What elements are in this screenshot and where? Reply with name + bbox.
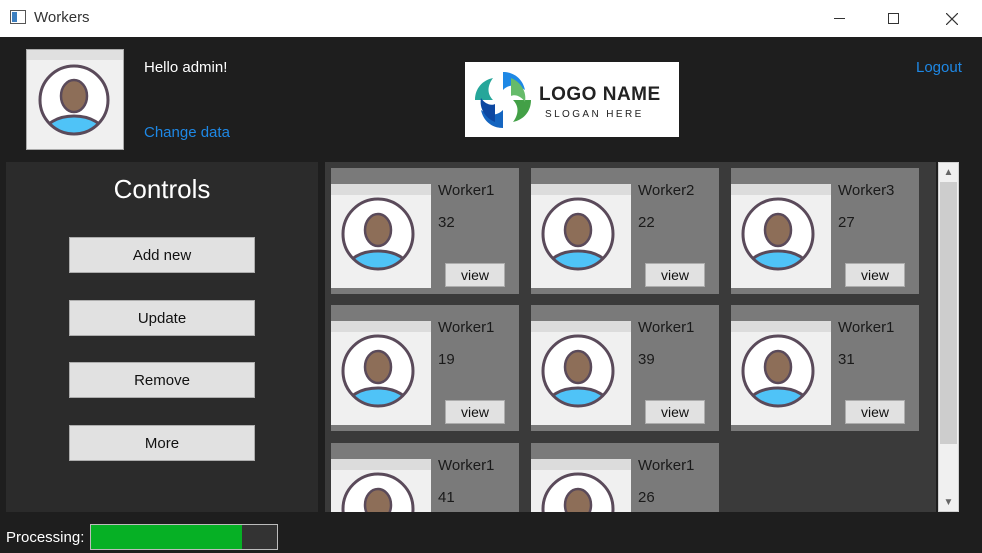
worker-name: Worker1 [438,182,495,199]
worker-avatar-icon [341,472,415,512]
workers-grid: Worker1 32 view Worker2 22 view Worker3 … [325,162,936,512]
view-button[interactable]: view [445,263,505,287]
user-avatar[interactable] [26,49,124,150]
worker-avatar [331,321,431,425]
minimize-button[interactable] [816,0,862,37]
user-avatar-icon [38,64,110,136]
view-button[interactable]: view [445,400,505,424]
worker-age: 22 [638,214,655,231]
worker-name: Worker1 [638,457,695,474]
update-button[interactable]: Update [69,300,255,336]
change-data-link[interactable]: Change data [144,124,230,141]
progress-bar [90,524,278,550]
worker-avatar [531,184,631,288]
view-button[interactable]: view [845,400,905,424]
grid-scrollbar[interactable]: ▲ ▼ [938,162,959,512]
minimize-icon [833,18,845,19]
worker-avatar-icon [541,197,615,271]
controls-title: Controls [113,174,211,204]
worker-age: 39 [638,351,655,368]
logout-link[interactable]: Logout [916,59,962,76]
worker-avatar-icon [341,334,415,408]
worker-name: Worker3 [838,182,895,199]
worker-card: Worker3 27 view [731,168,919,294]
worker-card: Worker1 31 view [731,305,919,431]
scroll-thumb[interactable] [940,182,957,444]
app-window-icon [10,10,26,24]
worker-avatar [731,184,831,288]
greeting-text: Hello admin! [144,59,228,76]
worker-card: Worker1 41 view [331,443,519,512]
scroll-down-icon[interactable]: ▼ [939,493,958,511]
worker-avatar [531,459,631,512]
worker-avatar-icon [541,472,615,512]
view-button[interactable]: view [845,263,905,287]
worker-avatar-icon [741,197,815,271]
worker-age: 19 [438,351,455,368]
controls-panel: Controls Add new Update Remove More [6,162,318,512]
scroll-up-icon[interactable]: ▲ [939,163,958,181]
worker-avatar [531,321,631,425]
company-logo: LOGO NAME SLOGAN HERE [465,62,679,137]
worker-age: 32 [438,214,455,231]
close-button[interactable] [929,0,975,37]
worker-name: Worker2 [638,182,695,199]
worker-card: Worker1 26 view [531,443,719,512]
maximize-button[interactable] [870,0,916,37]
worker-card: Worker2 22 view [531,168,719,294]
more-button[interactable]: More [69,425,255,461]
worker-card: Worker1 39 view [531,305,719,431]
progress-fill [91,525,242,549]
worker-card: Worker1 19 view [331,305,519,431]
worker-age: 26 [638,489,655,506]
worker-avatar [331,184,431,288]
logo-mark-icon [475,72,531,128]
view-button[interactable]: view [645,263,705,287]
remove-button[interactable]: Remove [69,362,255,398]
logo-name: LOGO NAME [539,84,661,105]
title-bar: Workers [0,0,982,37]
worker-avatar [331,459,431,512]
logo-slogan: SLOGAN HERE [545,109,644,120]
close-icon [946,12,958,25]
worker-name: Worker1 [438,457,495,474]
worker-age: 31 [838,351,855,368]
maximize-icon [887,13,899,24]
worker-name: Worker1 [638,319,695,336]
worker-avatar [731,321,831,425]
worker-age: 41 [438,489,455,506]
worker-name: Worker1 [838,319,895,336]
worker-avatar-icon [741,334,815,408]
worker-avatar-icon [341,197,415,271]
worker-age: 27 [838,214,855,231]
worker-name: Worker1 [438,319,495,336]
view-button[interactable]: view [645,400,705,424]
status-label: Processing: [6,529,85,546]
window-title: Workers [34,9,90,26]
worker-avatar-icon [541,334,615,408]
worker-card: Worker1 32 view [331,168,519,294]
add-new-button[interactable]: Add new [69,237,255,273]
